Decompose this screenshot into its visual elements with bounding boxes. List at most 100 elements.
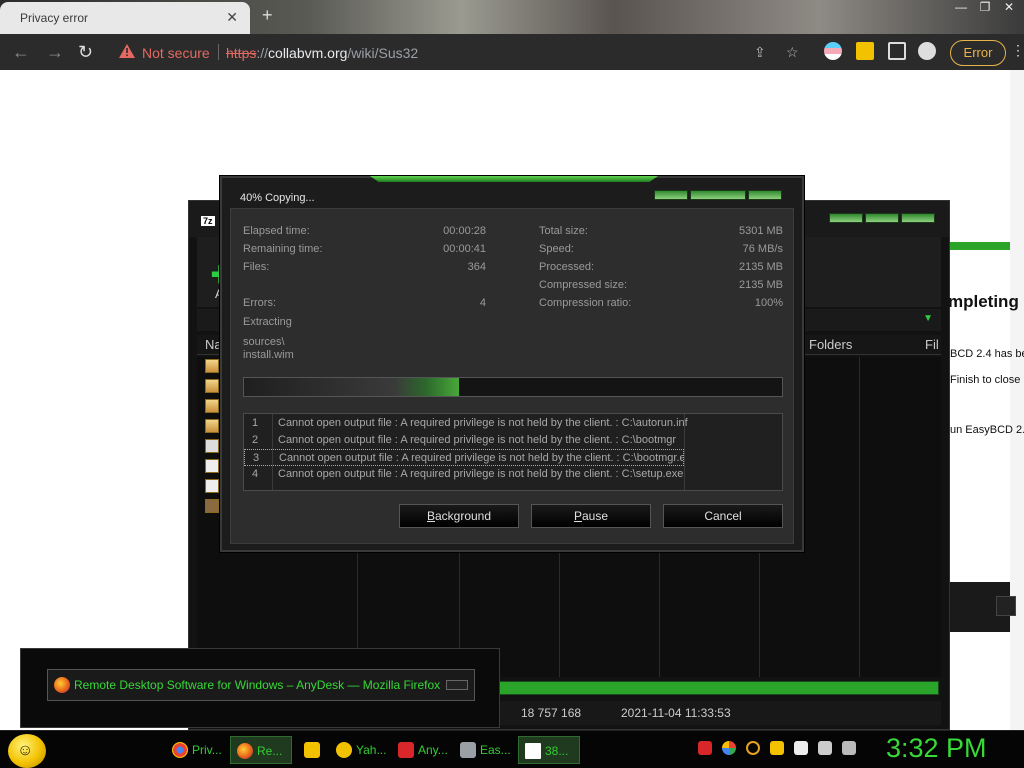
taskbar-clock[interactable]: 3:32 PM xyxy=(886,733,987,764)
tray-security-icon[interactable] xyxy=(794,741,808,755)
pause-button[interactable]: Pause xyxy=(531,504,651,528)
file-icon[interactable] xyxy=(205,379,219,393)
close-icon[interactable]: ✕ xyxy=(998,0,1020,16)
taskbar-item-7zip[interactable]: 38... xyxy=(518,736,580,764)
address-dropdown-icon[interactable]: ▼ xyxy=(923,313,933,324)
taskbar-item-folder[interactable] xyxy=(298,736,328,764)
status-size: 18 757 168 xyxy=(521,706,582,720)
easybcd-window: mpleting BCD 2.4 has be Finish to close … xyxy=(948,242,1024,582)
col-divider xyxy=(859,357,860,677)
easybcd-back-button[interactable] xyxy=(996,596,1016,616)
error-row[interactable]: 4 Cannot open output file : A required p… xyxy=(244,466,684,483)
extract-progress-dialog: 40% Copying... Elapsed time: 00:00:28 Re… xyxy=(220,176,804,552)
error-msg: Cannot open output file : A required pri… xyxy=(278,417,688,429)
tray-search-icon[interactable] xyxy=(746,741,760,755)
error-row[interactable]: 2 Cannot open output file : A required p… xyxy=(244,432,684,449)
error-msg: Cannot open output file : A required pri… xyxy=(279,452,684,464)
compressed-size-value: 2135 MB xyxy=(738,279,783,291)
dialog-title: 40% Copying... xyxy=(240,192,315,204)
elapsed-value: 00:00:28 xyxy=(443,225,486,237)
taskbar-item-easybcd[interactable]: Eas... xyxy=(454,736,514,764)
taskbar-item-firefox[interactable]: Re... xyxy=(230,736,292,764)
extension-flag-icon[interactable] xyxy=(824,42,842,60)
bg-maximize-button[interactable] xyxy=(865,213,899,223)
minimize-icon[interactable]: — xyxy=(950,0,972,16)
taskbar-preview-item[interactable]: Remote Desktop Software for Windows – An… xyxy=(47,669,475,701)
taskbar-item-chrome[interactable]: Priv... xyxy=(166,736,226,764)
bg-minimize-button[interactable] xyxy=(829,213,863,223)
error-button[interactable]: Error xyxy=(950,40,1006,66)
new-tab-button[interactable]: + xyxy=(262,5,273,26)
dialog-minimize-button[interactable] xyxy=(654,190,688,200)
tab-close-icon[interactable]: ✕ xyxy=(226,9,238,26)
background-button[interactable]: Background xyxy=(399,504,519,528)
compressed-size-label: Compressed size: xyxy=(539,279,628,291)
cancel-button[interactable]: Cancel xyxy=(663,504,783,528)
speed-value: 76 MB/s xyxy=(742,243,783,255)
processed-label: Processed: xyxy=(539,261,595,273)
file-icon[interactable] xyxy=(205,399,219,413)
side-panel-icon[interactable] xyxy=(888,42,906,60)
taskbar-label: Eas... xyxy=(480,743,511,757)
tray-folder-icon[interactable] xyxy=(770,741,784,755)
firefox-icon xyxy=(54,677,70,693)
progress-fill xyxy=(244,378,460,396)
error-row-selected[interactable]: 3 Cannot open output file : A required p… xyxy=(244,449,684,466)
file-icon[interactable] xyxy=(205,439,219,453)
taskbar-preview-panel: Remote Desktop Software for Windows – An… xyxy=(20,648,500,728)
share-icon[interactable]: ⇪ xyxy=(754,44,766,61)
col-files[interactable]: Fil xyxy=(925,337,939,352)
restore-icon[interactable]: ❐ xyxy=(974,0,996,16)
start-button[interactable]: ☺ xyxy=(8,734,46,768)
error-num: 3 xyxy=(253,452,260,464)
easybcd-footer xyxy=(950,582,1016,632)
bg-close-button[interactable] xyxy=(901,213,935,223)
easybcd-line3: un EasyBCD 2.4 xyxy=(950,424,1024,436)
easybcd-line2: Finish to close S xyxy=(950,374,1024,386)
current-dir: sources\ xyxy=(243,336,285,348)
profile-avatar-icon[interactable] xyxy=(918,42,936,60)
elapsed-label: Elapsed time: xyxy=(243,225,310,237)
error-list[interactable]: 1 Cannot open output file : A required p… xyxy=(243,413,783,491)
url-text[interactable]: https://collabvm.org/wiki/Sus32 xyxy=(226,45,418,61)
sevenzip-logo: 7z xyxy=(201,216,215,226)
error-msg: Cannot open output file : A required pri… xyxy=(278,468,684,480)
tray-anydesk-icon[interactable] xyxy=(698,741,712,755)
forward-icon[interactable]: → xyxy=(46,42,64,63)
taskbar-label: Re... xyxy=(257,744,283,758)
reload-icon[interactable]: ↻ xyxy=(78,42,93,63)
address-bar[interactable]: Not secure https://collabvm.org/wiki/Sus… xyxy=(106,37,812,67)
easybcd-heading: mpleting xyxy=(948,292,1019,311)
url-sep: :// xyxy=(256,45,269,61)
dialog-maximize-button[interactable] xyxy=(690,190,746,200)
taskbar-label: 38... xyxy=(545,744,569,758)
tray-network-icon[interactable] xyxy=(722,741,736,755)
tab-title: Privacy error xyxy=(20,11,89,25)
total-size-label: Total size: xyxy=(539,225,588,237)
back-icon[interactable]: ← xyxy=(12,42,30,63)
file-icon[interactable] xyxy=(205,459,219,473)
page-scrollbar[interactable] xyxy=(1010,70,1024,730)
tray-display-icon[interactable] xyxy=(818,741,832,755)
error-row[interactable]: 1 Cannot open output file : A required p… xyxy=(244,415,688,432)
taskbar: ☺ Priv... Re... Yah... Any... Eas... 38.… xyxy=(0,730,1024,768)
taskbar-item-yahoo[interactable]: Yah... xyxy=(330,736,390,764)
not-secure-label[interactable]: Not secure xyxy=(142,45,210,61)
taskbar-label: Priv... xyxy=(192,743,222,757)
file-icon[interactable] xyxy=(205,359,219,373)
file-icon[interactable] xyxy=(205,419,219,433)
col-folders[interactable]: Folders xyxy=(809,337,852,352)
file-icon[interactable] xyxy=(205,499,219,513)
tray-volume-icon[interactable] xyxy=(842,741,856,755)
extensions-puzzle-icon[interactable] xyxy=(856,42,874,60)
file-icon[interactable] xyxy=(205,479,219,493)
bookmark-star-icon[interactable]: ☆ xyxy=(786,44,799,61)
dialog-close-button[interactable] xyxy=(748,190,782,200)
tab-privacy-error[interactable]: Privacy error ✕ xyxy=(0,2,250,34)
taskbar-item-anydesk[interactable]: Any... xyxy=(392,736,452,764)
preview-close-button[interactable] xyxy=(446,680,468,690)
url-scheme: https xyxy=(226,45,257,61)
easybcd-icon xyxy=(460,742,476,758)
menu-kebab-icon[interactable]: ⋮ xyxy=(1011,42,1024,59)
url-host: collabvm.org xyxy=(268,45,348,61)
